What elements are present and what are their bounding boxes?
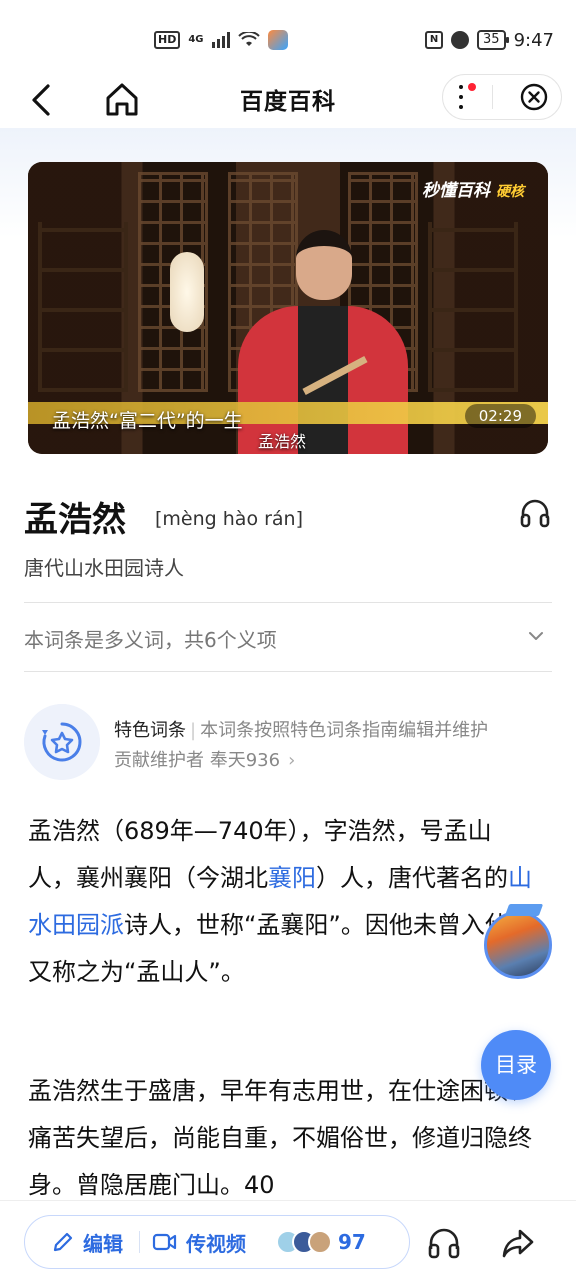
- featured-description: 本词条按照特色词条指南编辑并维护: [200, 720, 489, 741]
- floating-avatar-button[interactable]: [484, 904, 552, 979]
- brand-tag: 硬核: [496, 184, 524, 200]
- entry-pinyin: [mèng hào rán]: [155, 508, 304, 530]
- divider: [24, 602, 552, 603]
- paragraph-text: ）人，唐代著名的: [316, 864, 508, 892]
- chevron-right-icon: ›: [288, 750, 296, 771]
- video-caption: 孟浩然: [258, 432, 307, 451]
- edit-button[interactable]: 编辑: [25, 1228, 123, 1257]
- featured-entry-banner: 特色词条 | 本词条按照特色词条指南编辑并维护 贡献维护者 奉天936 ›: [24, 704, 554, 780]
- upload-video-label: 传视频: [186, 1231, 246, 1256]
- status-bar: HD 4G N 35 9:47: [0, 0, 576, 80]
- capsule-divider: [492, 85, 494, 109]
- lantern: [170, 252, 204, 332]
- intro-paragraph: 孟浩然（689年—740年），字浩然，号孟山人，襄州襄阳（今湖北襄阳）人，唐代著…: [28, 808, 538, 996]
- upload-video-button[interactable]: 传视频: [140, 1228, 246, 1257]
- contributor-count: 97: [338, 1230, 366, 1254]
- table-of-contents-button[interactable]: 目录: [481, 1030, 551, 1100]
- graduation-cap-icon: [504, 904, 544, 916]
- entry-title: 孟浩然: [24, 500, 126, 540]
- share-icon[interactable]: [500, 1225, 536, 1261]
- hd-icon: HD: [154, 31, 181, 49]
- battery-icon: 35: [477, 30, 509, 50]
- close-icon[interactable]: [520, 83, 548, 111]
- divider: [24, 671, 552, 672]
- mini-program-capsule: [442, 74, 562, 120]
- headphones-icon[interactable]: [518, 496, 552, 530]
- second-paragraph: 孟浩然生于盛唐，早年有志用世，在仕途困顿、痛苦失望后，尚能自重，不媚俗世，修道归…: [28, 1077, 532, 1199]
- network-type: 4G: [188, 34, 204, 45]
- contributors[interactable]: 97: [276, 1230, 366, 1254]
- presenter-head: [296, 230, 352, 300]
- pencil-icon: [53, 1232, 73, 1252]
- signal-icon: [211, 32, 230, 48]
- more-icon[interactable]: [456, 83, 477, 111]
- featured-label: 特色词条: [114, 720, 186, 741]
- video-camera-icon: [152, 1233, 177, 1251]
- clock: 9:47: [513, 29, 554, 51]
- notification-dot: [468, 83, 477, 91]
- app-notification-icon: [267, 30, 288, 50]
- polysemy-text: 本词条是多义词，共6个义项: [24, 628, 277, 652]
- featured-star-icon: [24, 704, 100, 780]
- headphones-icon[interactable]: [426, 1225, 462, 1261]
- video-title: 孟浩然“富二代”的一生: [52, 410, 243, 432]
- featured-entry-line: 特色词条 | 本词条按照特色词条指南编辑并维护: [114, 716, 488, 742]
- edit-label: 编辑: [83, 1231, 123, 1256]
- wifi-icon: [237, 32, 260, 46]
- alarm-icon: [451, 31, 470, 49]
- featured-separator: |: [190, 720, 197, 741]
- video-brand-logo: 秒懂百科 硬核: [422, 176, 524, 201]
- nfc-icon: N: [425, 31, 444, 49]
- nav-bar: 百度百科: [0, 72, 576, 128]
- chevron-down-icon: [529, 632, 543, 640]
- bottom-bar: 编辑 传视频 97: [0, 1200, 576, 1280]
- polysemy-selector[interactable]: 本词条是多义词，共6个义项: [24, 604, 552, 670]
- bookshelf-right: [428, 222, 518, 392]
- entry-subtitle: 唐代山水田园诗人: [24, 556, 184, 580]
- action-pill: 编辑 传视频 97: [24, 1215, 410, 1269]
- link-xiangyang[interactable]: 襄阳: [268, 864, 316, 892]
- contributor-avatar: [308, 1230, 332, 1254]
- status-left: HD 4G: [154, 30, 288, 50]
- status-right: N 35 9:47: [425, 30, 554, 51]
- video-player[interactable]: 秒懂百科 硬核 孟浩然“富二代”的一生 孟浩然 02:29: [28, 162, 548, 454]
- brand-name: 秒懂百科: [422, 181, 490, 201]
- video-duration: 02:29: [464, 404, 536, 428]
- maintainer-text: 贡献维护者 奉天936: [114, 750, 281, 771]
- bookshelf-left: [38, 222, 128, 392]
- content-area: 秒懂百科 硬核 孟浩然“富二代”的一生 孟浩然 02:29 孟浩然 [mèng h…: [0, 128, 576, 1200]
- maintainer-link[interactable]: 贡献维护者 奉天936 ›: [114, 746, 295, 772]
